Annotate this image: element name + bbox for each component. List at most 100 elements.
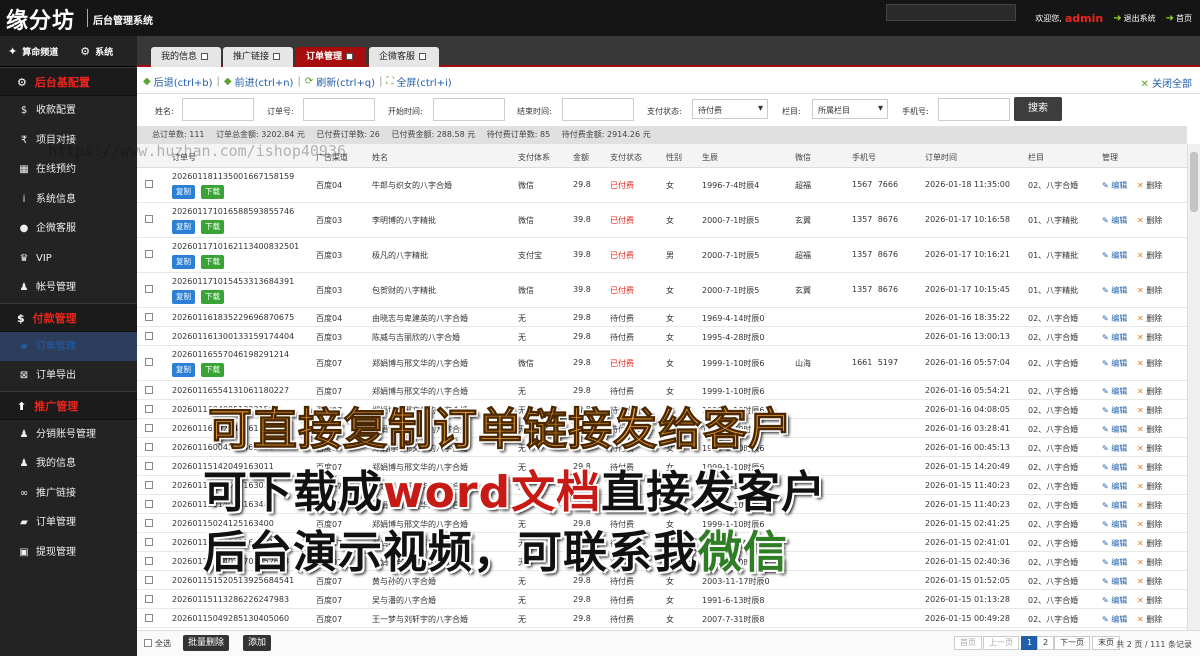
edit-button[interactable]: ✎ 编辑 (1102, 424, 1127, 435)
col-phone[interactable]: 手机号 (852, 152, 876, 163)
delete-button[interactable]: ✕ 删除 (1137, 500, 1162, 511)
sidebar-group-title[interactable]: ⚙ 后台基配置 (0, 67, 137, 96)
edit-button[interactable]: ✎ 编辑 (1102, 595, 1127, 606)
add-button[interactable]: 添加 (243, 635, 272, 651)
row-checkbox[interactable] (145, 614, 153, 622)
sidebar-group-title[interactable]: ⬆ 推广管理 (0, 390, 137, 420)
order-no-input[interactable] (303, 98, 375, 121)
sidebar-item-promo-link[interactable]: ∞ 推广链接 (0, 479, 137, 509)
delete-button[interactable]: ✕ 删除 (1137, 285, 1162, 296)
download-button[interactable]: 下载 (201, 290, 224, 304)
download-button[interactable]: 下载 (201, 255, 224, 269)
sidebar-tab-system[interactable]: ⚙ 系统 (80, 45, 113, 58)
select-all-label[interactable]: 全选 (155, 638, 171, 649)
close-all-button[interactable]: ✕ 关闭全部 (1140, 75, 1192, 90)
row-checkbox[interactable] (145, 462, 153, 470)
delete-button[interactable]: ✕ 删除 (1137, 358, 1162, 369)
logout-link[interactable]: 退出系统 (1124, 13, 1156, 24)
row-checkbox[interactable] (145, 215, 153, 223)
copy-button[interactable]: 复制 (172, 290, 195, 304)
forward-button[interactable]: 前进(ctrl+n) (235, 74, 294, 89)
page-1[interactable]: 1 (1021, 636, 1039, 650)
edit-button[interactable]: ✎ 编辑 (1102, 332, 1127, 343)
row-checkbox[interactable] (145, 405, 153, 413)
delete-button[interactable]: ✕ 删除 (1137, 180, 1162, 191)
sidebar-item-withdraw[interactable]: ▣ 提现管理 (0, 538, 137, 568)
edit-button[interactable]: ✎ 编辑 (1102, 614, 1127, 625)
pay-status-select[interactable]: 待付费 (692, 99, 768, 119)
tab-promo-link[interactable]: 推广链接 (223, 47, 293, 67)
edit-button[interactable]: ✎ 编辑 (1102, 500, 1127, 511)
edit-button[interactable]: ✎ 编辑 (1102, 180, 1127, 191)
edit-button[interactable]: ✎ 编辑 (1102, 313, 1127, 324)
delete-button[interactable]: ✕ 删除 (1137, 519, 1162, 530)
column-select[interactable]: 所属栏目 (812, 99, 888, 119)
tab-my-info[interactable]: 我的信息 (151, 47, 221, 67)
delete-button[interactable]: ✕ 删除 (1137, 462, 1162, 473)
delete-button[interactable]: ✕ 删除 (1137, 557, 1162, 568)
delete-button[interactable]: ✕ 删除 (1137, 443, 1162, 454)
phone-input[interactable] (938, 98, 1010, 121)
col-pay-status[interactable]: 支付状态 (610, 152, 642, 163)
col-pay-type[interactable]: 支付体系 (518, 152, 550, 163)
sidebar-item-booking[interactable]: ▦ 在线预约 (0, 155, 137, 185)
download-button[interactable]: 下载 (201, 363, 224, 377)
row-checkbox[interactable] (145, 500, 153, 508)
sidebar-item-system-info[interactable]: i 系统信息 (0, 185, 137, 215)
name-input[interactable] (182, 98, 254, 121)
row-checkbox[interactable] (145, 595, 153, 603)
col-amount[interactable]: 金额 (573, 152, 589, 163)
row-checkbox[interactable] (145, 313, 153, 321)
delete-button[interactable]: ✕ 删除 (1137, 424, 1162, 435)
row-checkbox[interactable] (145, 424, 153, 432)
close-icon[interactable] (201, 53, 209, 60)
edit-button[interactable]: ✎ 编辑 (1102, 519, 1127, 530)
end-time-input[interactable] (562, 98, 634, 121)
sidebar-item-accounts[interactable]: ♟ 帐号管理 (0, 273, 137, 303)
edit-button[interactable]: ✎ 编辑 (1102, 285, 1127, 296)
delete-button[interactable]: ✕ 删除 (1137, 595, 1162, 606)
col-birth[interactable]: 生辰 (702, 152, 718, 163)
tab-wecom[interactable]: 企微客服 (369, 47, 439, 67)
col-order-no[interactable]: 订单号 (172, 152, 196, 163)
row-checkbox[interactable] (145, 250, 153, 258)
row-checkbox[interactable] (145, 332, 153, 340)
sidebar-tab-fortune[interactable]: ✦ 算命频道 (8, 45, 58, 58)
delete-button[interactable]: ✕ 删除 (1137, 405, 1162, 416)
sidebar-item-distributors[interactable]: ♟ 分销账号管理 (0, 420, 137, 450)
close-icon[interactable] (273, 53, 281, 60)
search-button[interactable]: 搜索 (1014, 97, 1062, 121)
sidebar-item-order-export[interactable]: ⊠ 订单导出 (0, 361, 137, 391)
page-next[interactable]: 下一页 (1054, 636, 1090, 650)
row-checkbox[interactable] (145, 481, 153, 489)
sidebar-item-promo-orders[interactable]: ▰ 订单管理 (0, 508, 137, 538)
download-button[interactable]: 下载 (201, 185, 224, 199)
row-checkbox[interactable] (145, 358, 153, 366)
edit-button[interactable]: ✎ 编辑 (1102, 405, 1127, 416)
sidebar-item-orders[interactable]: ▰ 订单管理 (0, 331, 137, 361)
copy-button[interactable]: 复制 (172, 363, 195, 377)
delete-button[interactable]: ✕ 删除 (1137, 215, 1162, 226)
refresh-button[interactable]: 刷新(ctrl+q) (316, 74, 375, 89)
col-gender[interactable]: 性别 (666, 152, 682, 163)
row-checkbox[interactable] (145, 557, 153, 565)
tab-orders[interactable]: 订单管理 (296, 47, 366, 67)
home-link[interactable]: 首页 (1176, 13, 1192, 24)
edit-button[interactable]: ✎ 编辑 (1102, 250, 1127, 261)
sidebar-item-payment-config[interactable]: $ 收款配置 (0, 96, 137, 126)
sidebar-item-vip[interactable]: ♛ VIP (0, 244, 137, 274)
delete-button[interactable]: ✕ 删除 (1137, 250, 1162, 261)
table-scrollbar[interactable] (1187, 144, 1200, 630)
back-button[interactable]: 后退(ctrl+b) (154, 74, 213, 89)
col-name[interactable]: 姓名 (372, 152, 388, 163)
page-prev[interactable]: 上一页 (983, 636, 1019, 650)
delete-button[interactable]: ✕ 删除 (1137, 332, 1162, 343)
delete-button[interactable]: ✕ 删除 (1137, 481, 1162, 492)
copy-button[interactable]: 复制 (172, 220, 195, 234)
edit-button[interactable]: ✎ 编辑 (1102, 538, 1127, 549)
col-channel[interactable]: 广告渠道 (316, 152, 348, 163)
row-checkbox[interactable] (145, 576, 153, 584)
select-all-checkbox[interactable] (144, 639, 152, 647)
delete-button[interactable]: ✕ 删除 (1137, 313, 1162, 324)
copy-button[interactable]: 复制 (172, 255, 195, 269)
